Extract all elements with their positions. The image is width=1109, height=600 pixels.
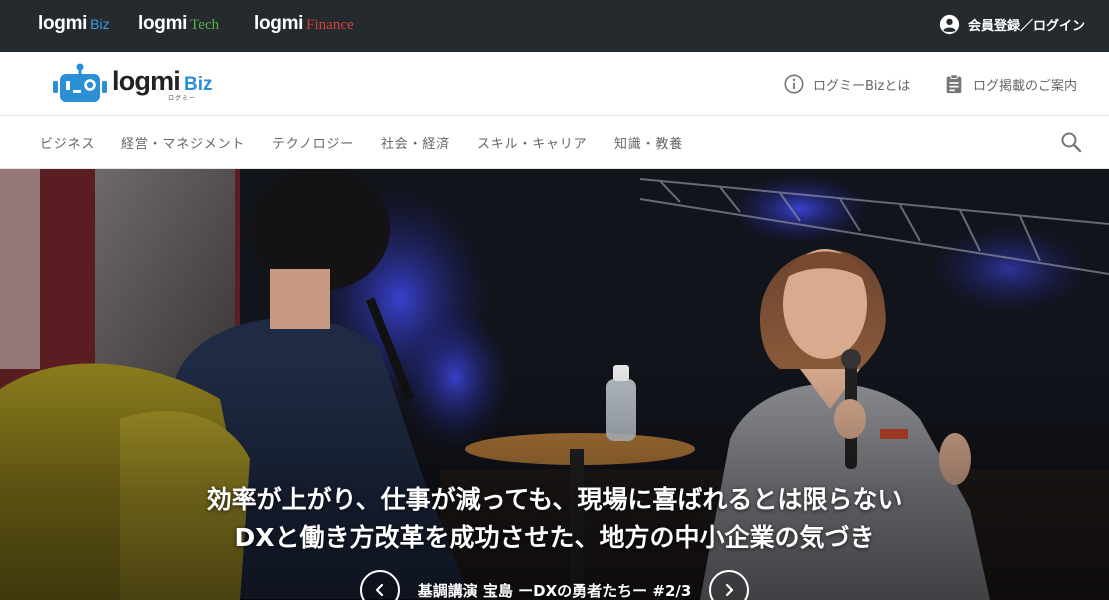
publish-guide-label: ログ掲載のご案内 bbox=[973, 78, 1078, 94]
logo-kana: ログミー bbox=[168, 95, 197, 102]
user-circle-icon bbox=[939, 14, 960, 35]
nav-item-society-economy[interactable]: 社会・経済 bbox=[381, 133, 450, 152]
site-sub: Tech bbox=[190, 17, 220, 33]
chevron-right-icon bbox=[726, 583, 734, 597]
site-mark: logmi bbox=[38, 13, 88, 34]
logo-word: logmi bbox=[112, 66, 181, 96]
chevron-left-icon bbox=[375, 583, 383, 597]
category-nav: ビジネス 経営・マネジメント テクノロジー 社会・経済 スキル・キャリア 知識・… bbox=[0, 116, 1109, 169]
carousel-prev-button[interactable] bbox=[359, 570, 400, 600]
carousel-next-button[interactable] bbox=[709, 570, 750, 600]
info-icon bbox=[784, 74, 804, 94]
login-button[interactable]: 会員登録／ログイン bbox=[939, 14, 1085, 35]
site-header: logmi Biz ログミー ログミーBizとは ログ掲載のご案内 bbox=[0, 52, 1109, 116]
nav-item-knowledge[interactable]: 知識・教養 bbox=[614, 133, 683, 152]
hero-title[interactable]: 効率が上がり、仕事が減っても、現場に喜ばれるとは限らない DXと働き方改革を成功… bbox=[0, 481, 1109, 557]
site-mark: logmi bbox=[138, 13, 188, 34]
nav-item-technology[interactable]: テクノロジー bbox=[272, 133, 354, 152]
login-label: 会員登録／ログイン bbox=[967, 19, 1085, 34]
hero-subtitle: 基調講演 宝島 ーDXの勇者たちー #2/3 bbox=[417, 581, 692, 600]
network-bar: logmi Biz logmi Tech logmi Finance 会員登録／… bbox=[0, 0, 1109, 52]
clipboard-icon bbox=[946, 74, 962, 94]
hero-title-line-2: DXと働き方改革を成功させた、地方の中小企業の気づき bbox=[234, 523, 875, 552]
about-link[interactable]: ログミーBizとは bbox=[783, 73, 910, 95]
hero-title-line-1: 効率が上がり、仕事が減っても、現場に喜ばれるとは限らない bbox=[206, 485, 903, 514]
site-link-logmi-finance[interactable]: logmi Finance bbox=[254, 13, 354, 35]
search-icon[interactable] bbox=[1059, 130, 1083, 154]
hero-carousel[interactable]: 効率が上がり、仕事が減っても、現場に喜ばれるとは限らない DXと働き方改革を成功… bbox=[0, 169, 1109, 600]
about-link-label: ログミーBizとは bbox=[813, 78, 911, 94]
site-link-logmi-biz[interactable]: logmi Biz bbox=[38, 13, 110, 35]
nav-item-management[interactable]: 経営・マネジメント bbox=[121, 133, 245, 152]
site-sub: Biz bbox=[90, 16, 110, 32]
site-sub: Finance bbox=[306, 17, 354, 33]
robot-logo-icon bbox=[53, 63, 107, 102]
nav-item-skill-career[interactable]: スキル・キャリア bbox=[477, 133, 587, 152]
logmi-biz-logo[interactable]: logmi Biz ログミー bbox=[52, 63, 213, 105]
site-link-logmi-tech[interactable]: logmi Tech bbox=[138, 13, 219, 35]
site-mark: logmi bbox=[254, 13, 304, 34]
nav-item-business[interactable]: ビジネス bbox=[40, 133, 95, 152]
hero-meta: 基調講演 宝島 ーDXの勇者たちー #2/3 bbox=[0, 570, 1109, 600]
publish-guide-link[interactable]: ログ掲載のご案内 bbox=[943, 73, 1077, 95]
